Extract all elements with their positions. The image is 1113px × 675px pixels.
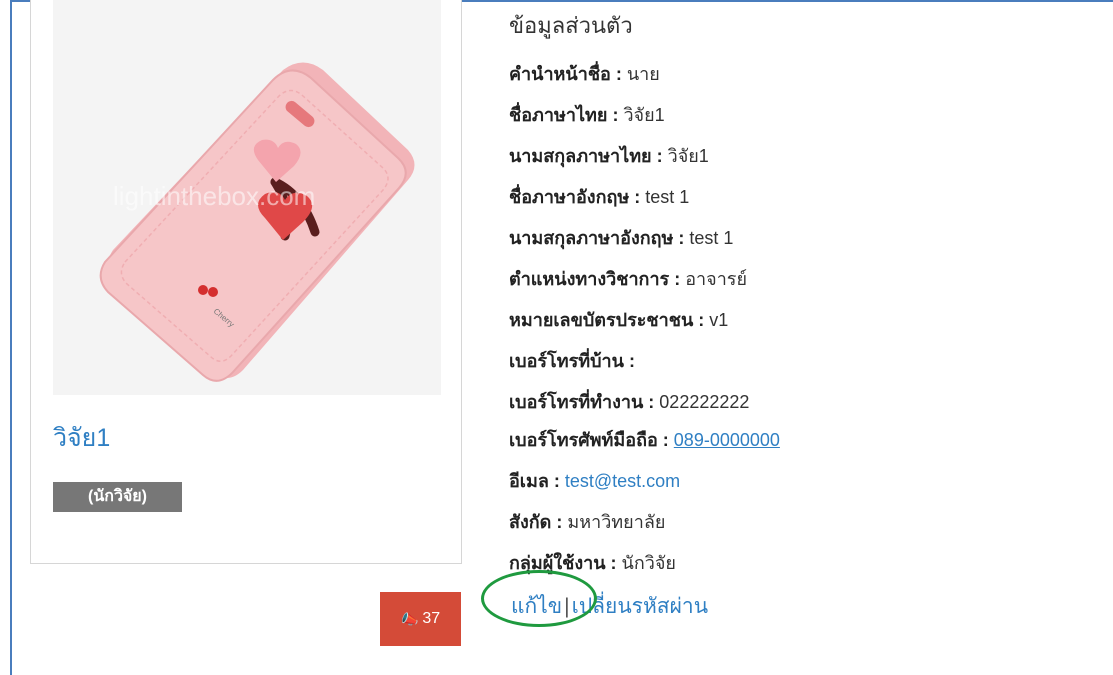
notification-count: 37 (422, 610, 441, 627)
field-id-card-number: หมายเลขบัตรประชาชน : v1 (509, 310, 729, 330)
field-academic-position: ตำแหน่งทางวิชาการ : อาจารย์ (509, 269, 748, 289)
field-title-prefix: คำนำหน้าชื่อ : นาย (509, 64, 660, 84)
field-work-phone: เบอร์โทรที่ทำงาน : 022222222 (509, 392, 750, 412)
user-name[interactable]: วิจัย1 (53, 418, 110, 458)
bullhorn-icon: 📣 (400, 610, 419, 627)
notification-button[interactable]: 📣 37 (380, 592, 461, 646)
field-mobile-phone: เบอร์โทรศัพท์มือถือ : 089-0000000 (509, 430, 780, 450)
section-title: ข้อมูลส่วนตัว (509, 13, 633, 38)
field-home-phone: เบอร์โทรที่บ้าน : (509, 351, 635, 371)
photo-watermark: lightinthebox.com (113, 181, 315, 211)
field-english-last-name: นามสกุลภาษาอังกฤษ : test 1 (509, 228, 734, 248)
field-user-group: กลุ่มผู้ใช้งาน : นักวิจัย (509, 553, 676, 573)
role-badge: (นักวิจัย) (53, 482, 182, 512)
field-affiliation: สังกัด : มหาวิทยาลัย (509, 512, 666, 532)
change-password-link[interactable]: เปลี่ยนรหัสผ่าน (572, 595, 708, 618)
field-thai-first-name: ชื่อภาษาไทย : วิจัย1 (509, 105, 665, 125)
profile-actions: แก้ไข|เปลี่ยนรหัสผ่าน (511, 590, 708, 623)
action-separator: | (564, 595, 570, 618)
field-english-first-name: ชื่อภาษาอังกฤษ : test 1 (509, 187, 690, 207)
phone-case-image: lightinthebox.com Cherry (53, 0, 441, 395)
field-email: อีเมล : test@test.com (509, 471, 681, 491)
email-link[interactable]: test@test.com (565, 471, 680, 491)
edit-link[interactable]: แก้ไข (511, 595, 562, 618)
profile-photo: lightinthebox.com Cherry (53, 0, 441, 395)
mobile-phone-link[interactable]: 089-0000000 (674, 430, 780, 450)
profile-card: lightinthebox.com Cherry วิจัย1 (นักวิจั… (30, 0, 462, 564)
field-thai-last-name: นามสกุลภาษาไทย : วิจัย1 (509, 146, 709, 166)
